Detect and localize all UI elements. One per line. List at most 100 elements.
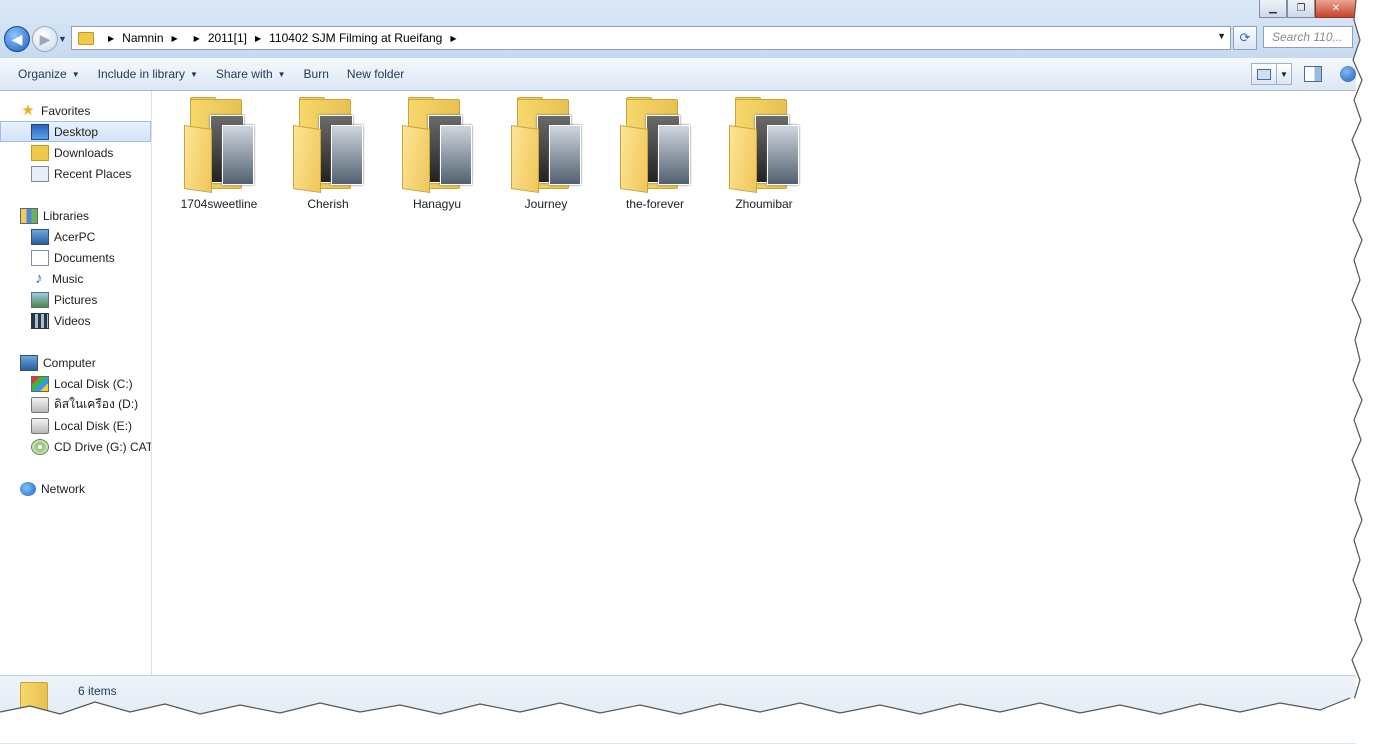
folder-item[interactable]: Journey [496, 97, 596, 215]
nav-label: AcerPC [54, 229, 96, 244]
nav-label: Videos [54, 313, 91, 328]
nav-local-disk-e[interactable]: Local Disk (E:) [0, 415, 151, 436]
nav-documents[interactable]: Documents [0, 247, 151, 268]
desktop-icon [31, 123, 49, 140]
nav-recent-places[interactable]: Recent Places [0, 163, 151, 184]
nav-network[interactable]: Network [0, 478, 151, 499]
chevron-down-icon: ▼ [190, 69, 198, 79]
burn-button[interactable]: Burn [295, 58, 338, 90]
chevron-right-icon[interactable]: ▶ [172, 34, 178, 43]
nav-music[interactable]: ♪ Music [0, 268, 151, 289]
breadcrumb-item[interactable]: 110402 SJM Filming at Rueifang [269, 31, 442, 45]
arrow-left-icon: ◀ [11, 30, 23, 47]
folder-name: Cherish [307, 197, 349, 211]
nav-libraries[interactable]: Libraries [0, 205, 151, 226]
libraries-icon [20, 207, 38, 224]
folder-icon [78, 31, 94, 45]
change-view-button[interactable] [1251, 63, 1277, 85]
nav-label: Downloads [54, 145, 114, 160]
chevron-down-icon: ▼ [71, 69, 80, 79]
recent-places-icon [31, 165, 49, 182]
include-in-library-label: Include in library [97, 67, 185, 81]
folder-icon [400, 97, 474, 193]
nav-desktop[interactable]: Desktop [0, 121, 151, 142]
folder-name: Zhoumibar [735, 197, 793, 211]
maximize-button[interactable]: ❐ [1287, 0, 1315, 18]
nav-label: Recent Places [54, 166, 132, 181]
share-with-label: Share with [215, 67, 273, 81]
command-bar: Organize ▼ Include in library ▼ Share with… [0, 58, 1356, 91]
address-history-dropdown[interactable]: ▼ [1217, 31, 1226, 41]
documents-icon [31, 249, 49, 266]
nav-label: Local Disk (E:) [54, 418, 133, 433]
recent-pages-dropdown[interactable]: ▼ [58, 34, 67, 44]
folder-icon [509, 97, 583, 193]
include-in-library-button[interactable]: Include in library ▼ [89, 58, 207, 90]
nav-label: ดิสในเครือง (D:) [54, 397, 139, 411]
pictures-icon [31, 291, 49, 308]
chevron-right-icon[interactable]: ▶ [450, 34, 456, 43]
hard-drive-icon [31, 417, 49, 434]
nav-cd-drive-g[interactable]: CD Drive (G:) CAT C [0, 436, 151, 457]
folder-icon [727, 97, 801, 193]
chevron-right-icon[interactable]: ▶ [108, 34, 114, 43]
chevron-right-icon[interactable]: ▶ [255, 34, 261, 43]
network-icon [20, 481, 36, 496]
folder-item[interactable]: the-forever [605, 97, 705, 215]
nav-label: Desktop [54, 124, 99, 139]
nav-computer[interactable]: Computer [0, 352, 151, 373]
hard-drive-icon [31, 396, 49, 413]
music-note-icon: ♪ [35, 269, 43, 287]
nav-downloads[interactable]: Downloads [0, 142, 151, 163]
nav-pictures[interactable]: Pictures [0, 289, 151, 310]
folder-icon [618, 97, 692, 193]
share-with-button[interactable]: Share with ▼ [207, 58, 295, 90]
folder-item[interactable]: 1704sweetline [169, 97, 269, 215]
new-folder-button[interactable]: New folder [338, 58, 413, 90]
torn-edge-right [1351, 0, 1381, 743]
address-bar[interactable]: ▶ Namnin ▶ ▶ 2011[1] ▶ 110402 SJM Filmin… [71, 26, 1231, 50]
nav-label: Libraries [43, 208, 90, 223]
nav-drive-d[interactable]: ดิสในเครือง (D:) [0, 394, 151, 415]
breadcrumb-item[interactable]: Namnin [122, 31, 163, 45]
view-options-dropdown[interactable]: ▼ [1277, 63, 1292, 85]
nav-label: Favorites [41, 103, 91, 118]
nav-label: CD Drive (G:) CAT C [54, 439, 152, 454]
folder-name: Journey [524, 197, 568, 211]
film-icon [31, 312, 49, 329]
star-icon: ★ [21, 101, 35, 119]
navigation-pane: ★ Favorites Desktop Downloads Recent Plac… [0, 91, 152, 675]
refresh-button[interactable]: ⟳ [1233, 26, 1257, 50]
nav-label: Pictures [54, 292, 98, 307]
folder-name: 1704sweetline [180, 197, 258, 211]
view-icon [1257, 68, 1271, 80]
nav-videos[interactable]: Videos [0, 310, 151, 331]
folder-name: the-forever [625, 197, 685, 211]
explorer-window: ▁ ❐ ✕ ◀ ▶ ▼ ▶ Namnin ▶ ▶ 2011[1] ▶ 11040… [0, 0, 1381, 744]
system-drive-icon [31, 375, 49, 392]
back-button[interactable]: ◀ [4, 26, 30, 52]
folder-icon [182, 97, 256, 193]
arrow-right-icon: ▶ [39, 30, 51, 47]
nav-label: Local Disk (C:) [54, 376, 133, 391]
chevron-right-icon[interactable]: ▶ [194, 34, 200, 43]
file-list: 1704sweetline Cherish Hanagyu Journey th… [152, 91, 1356, 675]
folder-item[interactable]: Cherish [278, 97, 378, 215]
new-folder-label: New folder [346, 67, 405, 81]
folder-item[interactable]: Zhoumibar [714, 97, 814, 215]
minimize-button[interactable]: ▁ [1259, 0, 1287, 18]
computer-icon [20, 354, 38, 371]
nav-favorites[interactable]: ★ Favorites [0, 100, 151, 121]
nav-local-disk-c[interactable]: Local Disk (C:) [0, 373, 151, 394]
title-bar: ▁ ❐ ✕ ◀ ▶ ▼ ▶ Namnin ▶ ▶ 2011[1] ▶ 11040… [0, 0, 1381, 58]
torn-edge-bottom [0, 697, 1381, 743]
breadcrumb-item[interactable]: 2011[1] [208, 31, 247, 45]
nav-label: Network [41, 481, 86, 496]
cd-drive-icon [31, 438, 49, 455]
nav-acerpc[interactable]: AcerPC [0, 226, 151, 247]
preview-pane-button[interactable] [1304, 66, 1322, 82]
folder-item[interactable]: Hanagyu [387, 97, 487, 215]
organize-button[interactable]: Organize ▼ [9, 58, 89, 90]
forward-button[interactable]: ▶ [32, 26, 58, 52]
organize-label: Organize [18, 67, 67, 81]
